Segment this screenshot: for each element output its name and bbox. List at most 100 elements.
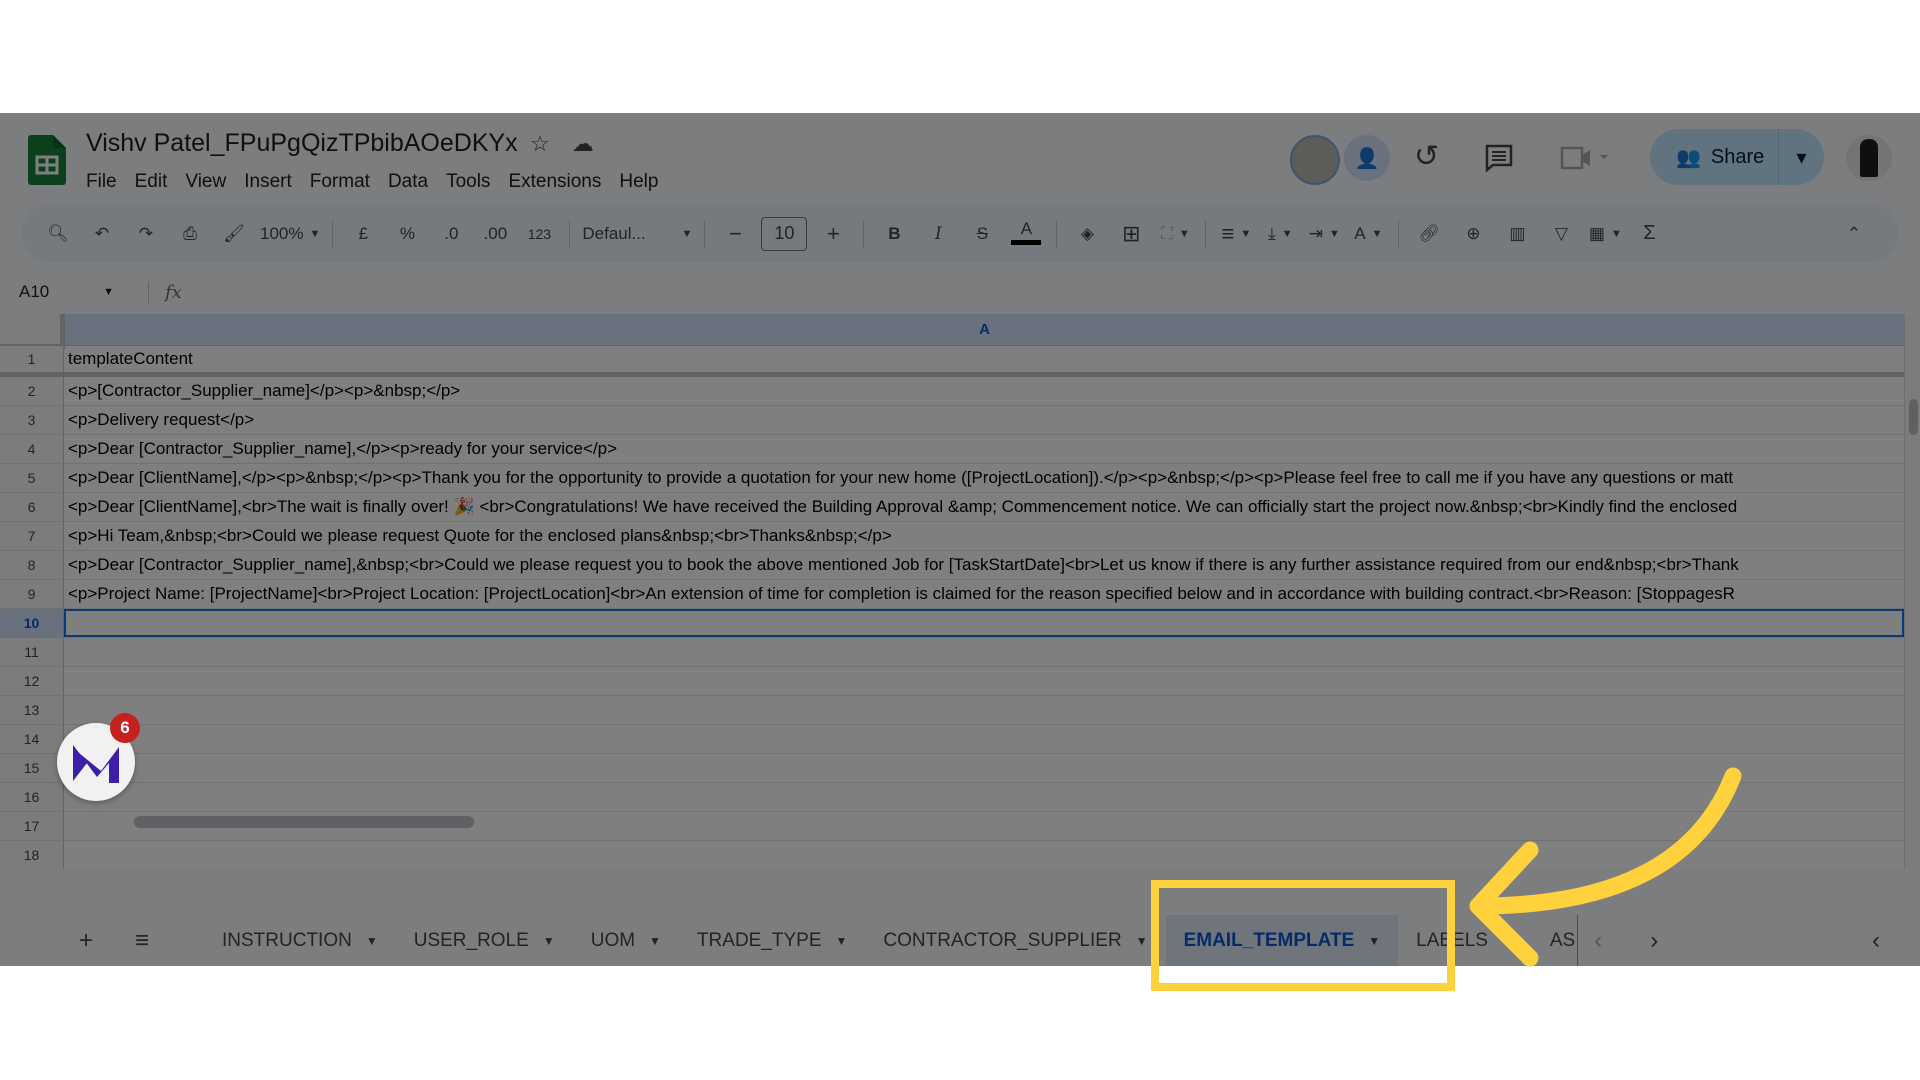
menu-view[interactable]: View xyxy=(176,167,235,197)
fill-color-icon[interactable]: ◈ xyxy=(1069,216,1105,252)
sheet-tab-trade-type[interactable]: TRADE_TYPE ▼ xyxy=(679,915,865,966)
document-title[interactable]: Vishv Patel_FPuPgQizTPbibAOeDKYx xyxy=(86,129,518,158)
row-header[interactable]: 8 xyxy=(0,551,64,579)
italic-button[interactable]: I xyxy=(920,216,956,252)
cell[interactable] xyxy=(64,783,1904,811)
redo-icon[interactable]: ↷ xyxy=(128,216,164,252)
row-header[interactable]: 15 xyxy=(0,754,64,782)
sheet-tab-user-role[interactable]: USER_ROLE ▼ xyxy=(396,915,573,966)
menu-help[interactable]: Help xyxy=(610,167,667,197)
sheets-logo-icon[interactable] xyxy=(28,135,66,185)
vertical-scroll-thumb[interactable] xyxy=(1909,399,1918,435)
chat-with-collaborators-icon[interactable]: 👤 xyxy=(1344,135,1390,181)
row-header[interactable]: 9 xyxy=(0,580,64,608)
menu-file[interactable]: File xyxy=(86,167,126,197)
filter-icon[interactable]: ▽ xyxy=(1543,216,1579,252)
vertical-align-icon[interactable]: ⤓ ▼ xyxy=(1262,216,1298,252)
cell[interactable]: <p>[Contractor_Supplier_name]</p><p>&nbs… xyxy=(64,377,1904,405)
increase-font-size-button[interactable]: + xyxy=(815,216,851,252)
cell[interactable]: <p>Delivery request</p> xyxy=(64,406,1904,434)
cell[interactable]: <p>Dear [Contractor_Supplier_name],</p><… xyxy=(64,435,1904,463)
menu-data[interactable]: Data xyxy=(379,167,437,197)
sheet-tab-contractor-supplier[interactable]: CONTRACTOR_SUPPLIER ▼ xyxy=(865,915,1165,966)
row-header[interactable]: 12 xyxy=(0,667,64,695)
cell[interactable]: <p>Dear [Contractor_Supplier_name],&nbsp… xyxy=(64,551,1904,579)
merge-cells-icon[interactable]: ⛶ ▼ xyxy=(1157,216,1193,252)
chevron-down-icon[interactable]: ▼ xyxy=(366,934,378,948)
horizontal-scrollbar[interactable] xyxy=(64,813,1904,829)
format-percent-button[interactable]: % xyxy=(389,216,425,252)
borders-icon[interactable]: ⊞ xyxy=(1113,216,1149,252)
share-dropdown-caret[interactable]: ▾ xyxy=(1779,145,1824,170)
horizontal-scroll-thumb[interactable] xyxy=(134,816,474,828)
name-box[interactable]: A10 ▼ xyxy=(0,282,130,302)
filter-views-icon[interactable]: ▦ ▼ xyxy=(1587,216,1623,252)
chevron-down-icon[interactable]: ▼ xyxy=(836,934,848,948)
comments-icon[interactable] xyxy=(1484,143,1514,173)
font-size-input[interactable]: 10 xyxy=(761,216,808,251)
search-menus-icon[interactable]: 🔍︎ xyxy=(40,216,76,252)
cell[interactable]: <p>Project Name: [ProjectName]<br>Projec… xyxy=(64,580,1904,608)
meet-video-icon[interactable] xyxy=(1560,145,1610,171)
format-currency-button[interactable]: £ xyxy=(345,216,381,252)
row-header[interactable]: 17 xyxy=(0,812,64,840)
select-all-corner[interactable] xyxy=(0,314,65,349)
increase-decimal-button[interactable]: .00 xyxy=(477,216,513,252)
sheet-tab-instruction[interactable]: INSTRUCTION ▼ xyxy=(204,915,396,966)
star-icon[interactable]: ☆ xyxy=(530,131,550,157)
scroll-tabs-right-button[interactable]: › xyxy=(1634,927,1674,955)
row-header[interactable]: 4 xyxy=(0,435,64,463)
cell[interactable] xyxy=(64,754,1904,782)
add-sheet-button[interactable]: + xyxy=(66,927,106,955)
bold-button[interactable]: B xyxy=(876,216,912,252)
menu-format[interactable]: Format xyxy=(301,167,379,197)
chevron-down-icon[interactable]: ▼ xyxy=(649,934,661,948)
row-header[interactable]: 3 xyxy=(0,406,64,434)
collaborator-avatar[interactable] xyxy=(1290,135,1340,185)
scroll-tabs-left-button[interactable]: ‹ xyxy=(1578,927,1618,955)
column-header-a[interactable]: A xyxy=(65,314,1904,346)
row-header[interactable]: 5 xyxy=(0,464,64,492)
font-family-select[interactable]: Defaul... ▼ xyxy=(582,216,692,252)
cell[interactable] xyxy=(64,667,1904,695)
row-header[interactable]: 11 xyxy=(0,638,64,666)
insert-link-icon[interactable]: 🔗︎ xyxy=(1411,216,1447,252)
share-button[interactable]: 👥 Share ▾ xyxy=(1650,129,1824,185)
more-formats-button[interactable]: 123 xyxy=(521,216,557,252)
cell[interactable] xyxy=(64,696,1904,724)
chevron-down-icon[interactable]: ▼ xyxy=(1502,934,1514,948)
cell[interactable]: <p>Hi Team,&nbsp;<br>Could we please req… xyxy=(64,522,1904,550)
decrease-decimal-button[interactable]: .0 xyxy=(433,216,469,252)
horizontal-align-icon[interactable]: ≡ ▼ xyxy=(1218,216,1254,252)
extension-launcher-button[interactable]: 6 xyxy=(57,713,140,801)
cell[interactable] xyxy=(64,609,1904,637)
user-avatar[interactable] xyxy=(1846,135,1892,181)
collapse-toolbar-icon[interactable]: ⌃ xyxy=(1836,216,1872,252)
row-header[interactable]: 1 xyxy=(0,346,64,372)
chevron-down-icon[interactable]: ▼ xyxy=(543,934,555,948)
row-header[interactable]: 18 xyxy=(0,841,64,869)
version-history-icon[interactable]: ↺ xyxy=(1414,139,1439,174)
row-header[interactable]: 7 xyxy=(0,522,64,550)
functions-button[interactable]: Σ xyxy=(1631,216,1667,252)
cell[interactable]: <p>Dear [ClientName],<br>The wait is fin… xyxy=(64,493,1904,521)
paint-format-icon[interactable]: 🖌︎ xyxy=(216,216,252,252)
cell[interactable] xyxy=(64,841,1904,869)
menu-insert[interactable]: Insert xyxy=(235,167,301,197)
vertical-scrollbar[interactable] xyxy=(1904,314,1920,869)
decrease-font-size-button[interactable]: − xyxy=(717,216,753,252)
cell[interactable]: templateContent xyxy=(64,346,1904,372)
chevron-down-icon[interactable]: ▼ xyxy=(1136,934,1148,948)
cell[interactable]: <p>Dear [ClientName],</p><p>&nbsp;</p><p… xyxy=(64,464,1904,492)
print-icon[interactable]: ⎙ xyxy=(172,216,208,252)
row-header[interactable]: 6 xyxy=(0,493,64,521)
text-color-button[interactable]: A xyxy=(1008,216,1044,252)
sheet-tab-uom[interactable]: UOM ▼ xyxy=(573,915,679,966)
cell[interactable] xyxy=(64,725,1904,753)
cloud-saved-icon[interactable]: ☁ xyxy=(572,131,594,157)
menu-extensions[interactable]: Extensions xyxy=(499,167,610,197)
menu-edit[interactable]: Edit xyxy=(126,167,177,197)
menu-tools[interactable]: Tools xyxy=(437,167,499,197)
undo-icon[interactable]: ↶ xyxy=(84,216,120,252)
insert-comment-icon[interactable]: ⊕ xyxy=(1455,216,1491,252)
